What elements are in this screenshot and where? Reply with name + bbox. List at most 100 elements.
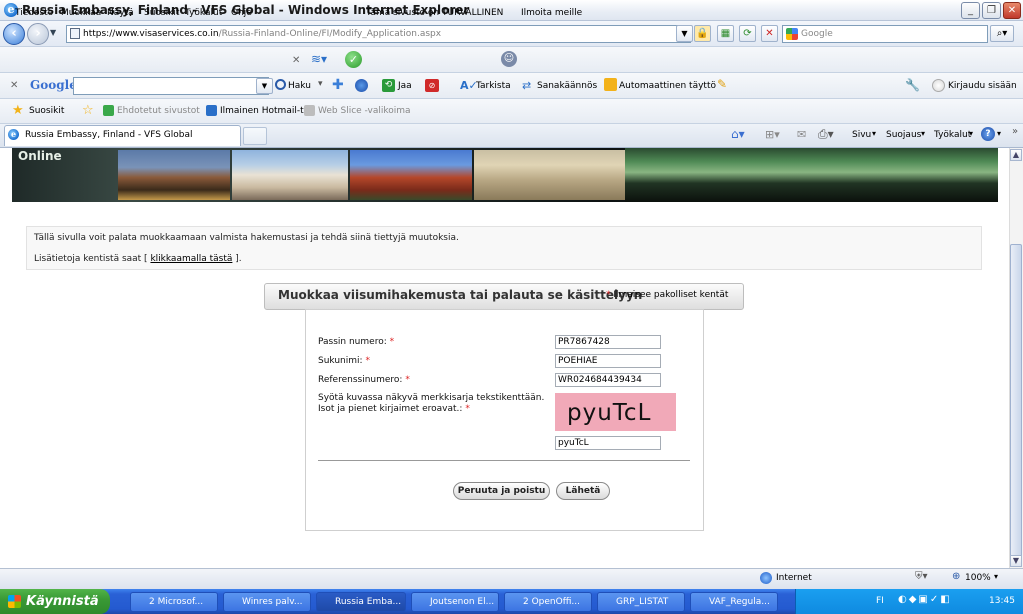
taskbar-item-microsoft[interactable]: 2 Microsof... [130, 592, 218, 612]
required-star: * [606, 290, 611, 300]
status-bar [0, 568, 1023, 589]
safe-check-icon: ✓ [345, 51, 362, 68]
google-search-button[interactable]: Haku [288, 81, 311, 91]
favorites-button[interactable]: Suosikit [29, 106, 64, 116]
search-lens-icon [275, 79, 286, 90]
safety-menu-button[interactable]: Suojaus [886, 130, 921, 140]
feeds-icon[interactable]: ⊞▾ [765, 128, 780, 141]
search-input[interactable]: Google [782, 25, 988, 43]
reference-label-text: Referenssinumero: [318, 375, 403, 385]
windows-logo-icon [8, 595, 21, 608]
page-menu-button[interactable]: Sivu [852, 130, 871, 140]
minimize-button[interactable]: _ [961, 2, 980, 19]
language-indicator[interactable]: FI [876, 596, 884, 606]
page-menu-chevron-icon: ▾ [872, 129, 877, 138]
hotmail-link[interactable]: Ilmainen Hotmail-tili [220, 106, 311, 116]
taskbar-item-vaf-regula[interactable]: VAF_Regula... [690, 592, 778, 612]
passport-input[interactable] [555, 335, 661, 349]
reference-input[interactable] [555, 373, 661, 387]
refresh-icon[interactable]: ⟳ [739, 25, 756, 42]
required-note-text: Ilmaisee pakolliset kentät [613, 290, 729, 300]
wrench-icon[interactable]: 🔧 [905, 78, 920, 92]
web-slice-link[interactable]: Web Slice -valikoima [318, 106, 411, 116]
info-line-2-prefix: Lisätietoja kentistä saat [ [34, 254, 148, 264]
google-search-input[interactable] [73, 77, 269, 95]
signin-button[interactable]: Kirjaudu sisään [948, 81, 1017, 91]
compatibility-icon[interactable]: ▦ [717, 25, 734, 42]
taskbar-item-russia-embassy[interactable]: Russia Emba... [316, 592, 406, 612]
tools-menu-button[interactable]: Työkalut [934, 130, 971, 140]
close-window-button[interactable]: ✕ [1003, 2, 1021, 19]
stop-icon[interactable]: ✕ [761, 25, 778, 42]
captcha-image: pyuTcL [555, 393, 676, 431]
captcha-label-2-text: Isot ja pienet kirjaimet eroavat.: [318, 404, 463, 414]
scrollbar-thumb[interactable] [1010, 244, 1022, 562]
taskbar-item-joutsenon[interactable]: Joutsenon El... [411, 592, 499, 612]
back-button[interactable]: ‹ [3, 23, 25, 45]
search-button[interactable]: ⌕▾ [990, 25, 1014, 42]
add-favorite-icon[interactable]: ☆ [82, 103, 94, 118]
plus-icon[interactable]: ✚ [332, 77, 344, 93]
zoom-level[interactable]: 100% [965, 573, 991, 583]
maximize-button[interactable]: ❐ [982, 2, 1001, 19]
google-search-dropdown[interactable]: ▼ [256, 78, 273, 94]
globe-icon[interactable] [355, 79, 368, 92]
protected-mode-icon[interactable]: ⛨▾ [915, 571, 928, 582]
translate-button[interactable]: Sanakäännös [537, 81, 597, 91]
antivirus-icon[interactable]: ≋▾ [311, 52, 331, 68]
suggested-sites-link[interactable]: Ehdotetut sivustot [117, 106, 200, 116]
surname-label: Sukunimi: * [318, 356, 370, 366]
taskbar-item-openoffice[interactable]: 2 OpenOffi... [504, 592, 592, 612]
home-icon[interactable]: ⌂▾ [731, 127, 745, 141]
menu-help[interactable]: Ohje [231, 8, 252, 18]
menu-file[interactable]: Tiedosto [15, 8, 53, 18]
mail-icon[interactable]: ✉ [797, 128, 806, 141]
user-report-icon: ☺ [501, 51, 517, 67]
autofill-button[interactable]: Automaattinen täyttö [619, 81, 716, 91]
submit-button[interactable]: Lähetä [556, 482, 610, 500]
menu-favorites[interactable]: Suosikit [144, 8, 179, 18]
popup-block-icon[interactable]: ⊘ [425, 79, 439, 92]
tab-russia-embassy[interactable]: Russia Embassy, Finland - VFS Global [4, 125, 241, 146]
menu-tools[interactable]: Työkalut [185, 8, 222, 18]
history-dropdown-icon[interactable]: ▼ [50, 28, 56, 37]
report-link[interactable]: Ilmoita meille [521, 8, 582, 18]
surname-input[interactable] [555, 354, 661, 368]
help-icon[interactable]: ? [981, 127, 995, 141]
taskbar-item-winres[interactable]: Winres palv... [223, 592, 311, 612]
banner-photo-harbour [118, 150, 230, 200]
close-toolbar-icon[interactable]: ✕ [292, 55, 300, 66]
share-button[interactable]: Jaa [398, 81, 412, 91]
google-search-icon [786, 28, 798, 40]
close-google-toolbar-icon[interactable]: ✕ [10, 80, 18, 91]
cancel-button[interactable]: Peruuta ja poistu [453, 482, 550, 500]
taskbar-item-grp-listat[interactable]: GRP_LISTAT [597, 592, 685, 612]
menu-edit[interactable]: Muokkaa [61, 8, 101, 18]
passport-label-text: Passin numero: [318, 337, 387, 347]
captcha-input[interactable] [555, 436, 661, 450]
address-input[interactable]: https://www.visaservices.co.in/Russia-Fi… [66, 25, 691, 43]
scroll-up-arrow-icon[interactable]: ▲ [1010, 149, 1022, 161]
scroll-down-arrow-icon[interactable]: ▼ [1010, 555, 1022, 567]
help-menu-chevron-icon: ▾ [997, 129, 1002, 138]
tray-icons[interactable]: ◐◆▣✓◧ [898, 594, 952, 605]
address-dropdown-button[interactable]: ▼ [676, 25, 693, 42]
surname-required-star: * [365, 356, 370, 366]
more-icon[interactable]: » [1012, 126, 1018, 137]
captcha-label-1: Syötä kuvassa näkyvä merkkisarja tekstik… [318, 393, 545, 403]
safety-menu-chevron-icon: ▾ [921, 129, 926, 138]
forward-button[interactable]: › [27, 23, 49, 45]
print-icon[interactable]: ⎙▾ [818, 127, 834, 142]
spellcheck-button[interactable]: Tarkista [476, 81, 511, 91]
page-icon [70, 28, 80, 39]
menu-view[interactable]: Näytä [107, 8, 134, 18]
autofill-icon [604, 78, 617, 91]
lock-icon[interactable]: 🔒 [694, 25, 711, 42]
new-tab-button[interactable] [243, 127, 267, 145]
safe-site-label[interactable]: Tämä sivusto on TURVALLINEN [366, 8, 503, 18]
help-link[interactable]: klikkaamalla tästä [150, 254, 232, 264]
form-title: Muokkaa viisumihakemusta tai palauta se … [278, 288, 643, 302]
passport-label: Passin numero: * [318, 337, 394, 347]
zoom-chevron-icon[interactable]: ▾ [994, 572, 998, 581]
highlight-icon[interactable]: ✎ [717, 77, 727, 91]
